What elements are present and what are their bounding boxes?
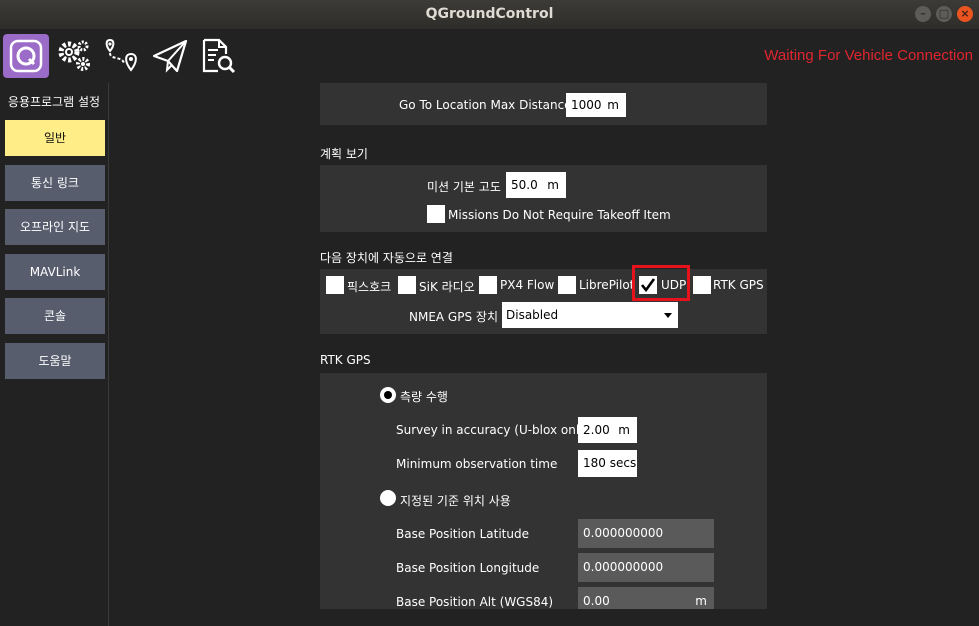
autoconnect-librepilot-checkbox[interactable] — [558, 276, 576, 294]
goto-distance-label: Go To Location Max Distance — [399, 98, 572, 112]
goto-distance-value: 1000 — [571, 98, 602, 112]
window-title: QGroundControl — [425, 6, 554, 22]
default-alt-value: 50.0 — [511, 178, 538, 192]
gears-icon[interactable] — [54, 34, 94, 78]
sidebar-item-comm-links[interactable]: 통신 링크 — [5, 165, 105, 201]
nmea-gps-dropdown[interactable]: Disabled — [502, 302, 678, 328]
maximize-button[interactable]: □ — [936, 6, 952, 22]
autoconnect-pixhawk-checkbox[interactable] — [326, 276, 344, 294]
plan-view-heading: 계획 보기 — [320, 147, 368, 161]
survey-in-label: 측량 수행 — [400, 390, 448, 404]
connection-status: Waiting For Vehicle Connection — [764, 47, 973, 64]
sidebar-item-console[interactable]: 콘솔 — [5, 298, 105, 334]
title-bar: QGroundControl – □ × — [0, 0, 979, 30]
default-alt-field[interactable]: 50.0 m — [506, 172, 566, 198]
main-toolbar: Waiting For Vehicle Connection — [0, 29, 979, 83]
close-button[interactable]: × — [957, 6, 973, 22]
fly-paper-plane-icon[interactable] — [150, 34, 190, 78]
sidebar-title: 응용프로그램 설정 — [7, 95, 101, 109]
min-observation-field[interactable]: 180 secs — [578, 450, 637, 477]
survey-accuracy-value: 2.00 — [583, 423, 610, 437]
min-observation-value: 180 secs — [583, 456, 637, 470]
goto-distance-field[interactable]: 1000 m — [566, 93, 626, 117]
base-lat-field[interactable]: 0.000000000 — [578, 519, 714, 548]
survey-in-radio[interactable] — [380, 387, 396, 403]
base-alt-unit: m — [695, 594, 707, 608]
autoconnect-px4flow-label: PX4 Flow — [500, 278, 555, 292]
qgc-window: QGroundControl – □ × Waiting For Vehicle… — [0, 0, 979, 626]
analyze-document-icon[interactable] — [198, 34, 238, 78]
base-alt-value: 0.00 — [583, 594, 610, 608]
fixed-base-radio[interactable] — [380, 490, 396, 506]
autoconnect-librepilot-label: LibrePilot — [579, 278, 635, 292]
default-alt-unit: m — [547, 178, 559, 192]
goto-distance-unit: m — [607, 98, 619, 112]
dropdown-arrow-icon — [664, 313, 672, 318]
autoconnect-pixhawk-label: 픽스호크 — [347, 280, 392, 294]
survey-accuracy-label: Survey in accuracy (U-blox only) — [396, 423, 591, 437]
default-alt-label: 미션 기본 고도 — [427, 180, 501, 194]
fixed-base-label: 지정된 기준 위치 사용 — [400, 494, 511, 508]
udp-highlight-box — [632, 265, 690, 301]
autoconnect-sik-label: SiK 라디오 — [419, 280, 475, 294]
nmea-gps-value: Disabled — [506, 308, 559, 322]
base-alt-label: Base Position Alt (WGS84) — [396, 595, 554, 609]
sidebar-item-mavlink[interactable]: MAVLink — [5, 254, 105, 290]
base-lon-label: Base Position Longitude — [396, 561, 540, 575]
autoconnect-sik-checkbox[interactable] — [398, 276, 416, 294]
sidebar-item-help[interactable]: 도움말 — [5, 343, 105, 379]
base-lon-field[interactable]: 0.000000000 — [578, 553, 714, 582]
sidebar-item-offline-maps[interactable]: 오프라인 지도 — [5, 209, 105, 245]
base-alt-field[interactable]: 0.00 m — [578, 587, 714, 609]
autoconnect-px4flow-checkbox[interactable] — [479, 276, 497, 294]
rtk-gps-heading: RTK GPS — [320, 353, 371, 367]
min-observation-label: Minimum observation time — [396, 457, 558, 471]
plan-waypoint-icon[interactable] — [101, 34, 143, 78]
minimize-button[interactable]: – — [915, 6, 931, 22]
autoconnect-rtkgps-label: RTK GPS — [713, 278, 764, 292]
base-lat-label: Base Position Latitude — [396, 527, 529, 541]
sidebar-item-general[interactable]: 일반 — [5, 120, 105, 156]
survey-accuracy-field[interactable]: 2.00 m — [578, 417, 637, 443]
base-lat-value: 0.000000000 — [583, 526, 664, 540]
autoconnect-rtkgps-checkbox[interactable] — [693, 276, 711, 294]
survey-accuracy-unit: m — [618, 423, 630, 437]
base-lon-value: 0.000000000 — [583, 560, 664, 574]
takeoff-checkbox[interactable] — [427, 205, 445, 223]
qgc-logo-icon[interactable] — [3, 34, 49, 78]
takeoff-label: Missions Do Not Require Takeoff Item — [448, 208, 671, 222]
settings-sidebar: 응용프로그램 설정 일반 통신 링크 오프라인 지도 MAVLink 콘솔 도움… — [0, 83, 109, 626]
autoconnect-heading: 다음 장치에 자동으로 연결 — [320, 251, 453, 265]
nmea-gps-label: NMEA GPS 장치 — [409, 310, 498, 324]
